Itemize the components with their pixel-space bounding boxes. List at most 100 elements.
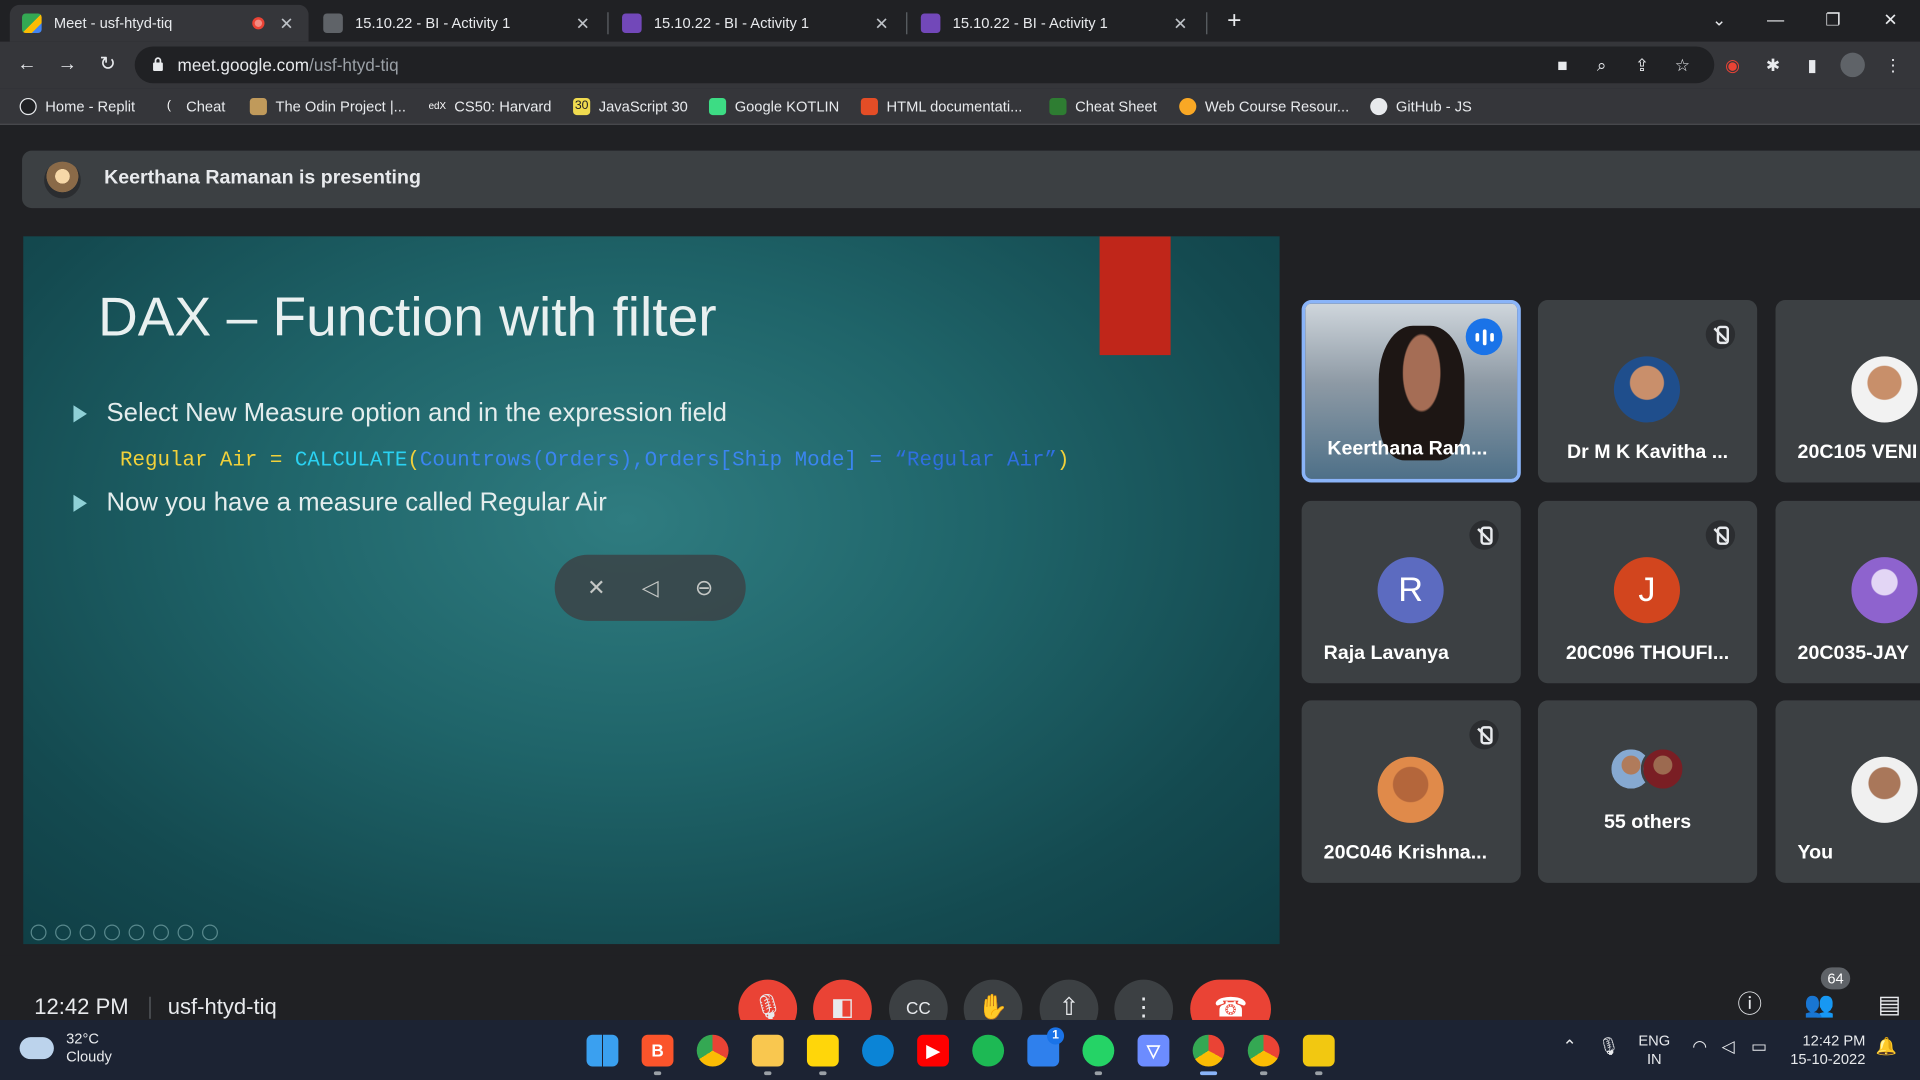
bookmark-cheat-sheet[interactable]: Cheat Sheet — [1049, 96, 1157, 118]
profile-avatar[interactable] — [1840, 52, 1865, 78]
edge-icon[interactable] — [862, 1034, 894, 1067]
zoom-icon[interactable]: ⌕ — [1589, 53, 1613, 77]
slide-title: DAX – Function with filter — [97, 285, 717, 348]
tab-separator — [1206, 12, 1208, 35]
bookmark-label: GitHub - JS — [1395, 97, 1472, 116]
chrome-profile-icon[interactable] — [1192, 1034, 1225, 1067]
participant-tile-veni[interactable]: 20C105 VENI — [1775, 300, 1920, 483]
weather-text: 32°C Cloudy — [66, 1030, 112, 1067]
battery-icon[interactable]: ▭ — [1751, 1037, 1767, 1055]
participant-photo — [1851, 356, 1918, 423]
bookmark-js30[interactable]: 30 JavaScript 30 — [573, 96, 688, 118]
file-explorer-icon[interactable] — [751, 1034, 784, 1067]
participant-initial-avatar: J — [1613, 557, 1681, 624]
tab-title: 15.10.22 - BI - Activity 1 — [653, 14, 810, 32]
people-icon[interactable]: 👥 — [1804, 989, 1836, 1021]
bookmark-web-course[interactable]: Web Course Resour... — [1179, 96, 1349, 118]
participant-tile-jay[interactable]: 20C035-JAY — [1775, 500, 1920, 684]
sticky-notes-icon[interactable] — [806, 1034, 839, 1067]
weather-widget[interactable]: 32°C Cloudy — [19, 1030, 112, 1067]
lock-icon — [153, 57, 163, 72]
tab-activity-1[interactable]: 15.10.22 - BI - Activity 1 ✕ — [311, 5, 605, 42]
wifi-icon[interactable]: ◠ — [1692, 1037, 1707, 1055]
classroom-favicon-icon — [323, 13, 343, 34]
pen-icon[interactable] — [79, 924, 96, 941]
microphone-icon[interactable]: 🎙 — [1598, 1037, 1620, 1055]
participant-tile-krishna[interactable]: 20C046 Krishna... — [1301, 700, 1521, 883]
extension-record-icon[interactable]: ◉ — [1720, 53, 1744, 77]
close-icon[interactable]: ✕ — [872, 13, 892, 34]
tab-activity-2[interactable]: 15.10.22 - BI - Activity 1 ✕ — [610, 5, 904, 42]
new-tab-button[interactable]: + — [1220, 7, 1249, 36]
side-panel-icon[interactable]: ▮ — [1800, 53, 1824, 77]
remove-icon[interactable]: ⊖ — [687, 571, 721, 605]
camera-icon[interactable]: ■ — [1550, 53, 1574, 77]
camera-icon[interactable] — [177, 924, 194, 941]
notification-badge: 1 — [1046, 1027, 1065, 1045]
browser-tab-strip: Meet - usf-htyd-tiq ✕ 15.10.22 - BI - Ac… — [0, 0, 1920, 42]
close-icon[interactable]: ✕ — [277, 13, 297, 34]
participant-tile-raja[interactable]: R Raja Lavanya — [1301, 500, 1521, 684]
bookmark-replit[interactable]: Home - Replit — [19, 96, 136, 118]
back-button[interactable]: ← — [13, 51, 40, 78]
close-window-button[interactable]: ✕ — [1866, 5, 1915, 37]
bookmark-cheat[interactable]: (Cheat — [160, 96, 225, 118]
power-bi-icon[interactable] — [1302, 1034, 1335, 1067]
chrome-icon[interactable] — [696, 1034, 729, 1067]
brave-icon[interactable]: B — [641, 1034, 674, 1067]
slides-icon[interactable] — [104, 924, 121, 941]
android-icon — [708, 97, 727, 116]
vpn-icon[interactable]: ▽ — [1137, 1034, 1170, 1067]
subtitles-icon[interactable] — [153, 924, 169, 941]
bookmark-html-docs[interactable]: HTML documentati... — [860, 96, 1022, 118]
prev-slide-icon[interactable] — [30, 924, 47, 941]
address-bar[interactable]: meet.google.com/usf-htyd-tiq — [134, 46, 1715, 84]
share-icon[interactable]: ⇪ — [1630, 53, 1654, 77]
bookmark-odin[interactable]: The Odin Project |... — [249, 96, 406, 118]
zoom-icon[interactable] — [128, 924, 145, 941]
more-icon[interactable] — [202, 924, 218, 941]
bookmark-star-icon[interactable]: ☆ — [1670, 53, 1694, 77]
volume-icon[interactable]: ◁ — [1722, 1037, 1735, 1055]
tab-meet[interactable]: Meet - usf-htyd-tiq ✕ — [9, 4, 309, 42]
close-icon[interactable]: ✕ — [1171, 13, 1191, 34]
tray-chevron-icon[interactable]: ⌃ — [1562, 1037, 1576, 1055]
forward-button[interactable]: → — [54, 51, 81, 78]
next-slide-icon[interactable] — [55, 924, 72, 941]
spotify-icon[interactable] — [972, 1034, 1005, 1067]
bookmark-cs50[interactable]: edX CS50: Harvard — [429, 96, 552, 118]
bookmark-github[interactable]: GitHub - JS — [1370, 96, 1472, 118]
bookmark-label: Google KOTLIN — [734, 97, 840, 116]
notification-bell-icon[interactable]: 🔔 — [1876, 1037, 1897, 1055]
running-indicator — [653, 1071, 662, 1076]
minimize-button[interactable]: — — [1751, 5, 1800, 37]
youtube-icon[interactable]: ▶ — [917, 1034, 949, 1067]
language-indicator[interactable]: ENG IN — [1638, 1032, 1670, 1069]
unpin-icon[interactable]: ✕ — [579, 571, 613, 605]
clock[interactable]: 12:42 PM 15-10-2022 — [1790, 1032, 1865, 1069]
menu-icon[interactable]: ⋮ — [1881, 53, 1905, 77]
whatsapp-icon[interactable] — [1082, 1034, 1115, 1067]
reload-button[interactable]: ↻ — [94, 51, 121, 78]
code-paren: ) — [1056, 449, 1070, 473]
participant-tile-you[interactable]: You — [1775, 700, 1920, 883]
restore-button[interactable]: ❐ — [1809, 5, 1858, 37]
running-indicator — [1260, 1071, 1268, 1076]
tab-search-button[interactable]: ⌄ — [1695, 5, 1744, 37]
tab-activity-3[interactable]: 15.10.22 - BI - Activity 1 ✕ — [909, 5, 1203, 42]
mute-audio-icon[interactable]: ◁ — [633, 571, 667, 605]
extensions-icon[interactable]: ✱ — [1761, 53, 1785, 77]
bookmark-kotlin[interactable]: Google KOTLIN — [708, 96, 840, 118]
close-icon[interactable]: ✕ — [573, 13, 593, 34]
participant-tile-thoufi[interactable]: J 20C096 THOUFI... — [1537, 500, 1758, 684]
participant-tile-kavitha[interactable]: Dr M K Kavitha ... — [1537, 300, 1758, 483]
chat-icon[interactable]: ▤ — [1873, 989, 1905, 1021]
participant-name: You — [1797, 842, 1834, 864]
participant-tile-keerthana[interactable]: Keerthana Ram... — [1301, 300, 1521, 483]
slide-bullet-2: Now you have a measure called Regular Ai… — [73, 489, 607, 518]
start-icon[interactable] — [586, 1034, 619, 1067]
participant-name: 20C105 VENI — [1797, 442, 1918, 463]
meeting-info-icon[interactable]: ⓘ — [1734, 989, 1766, 1021]
chrome-profile-2-icon[interactable] — [1247, 1034, 1280, 1067]
participant-tile-others[interactable]: 55 others — [1537, 700, 1758, 883]
